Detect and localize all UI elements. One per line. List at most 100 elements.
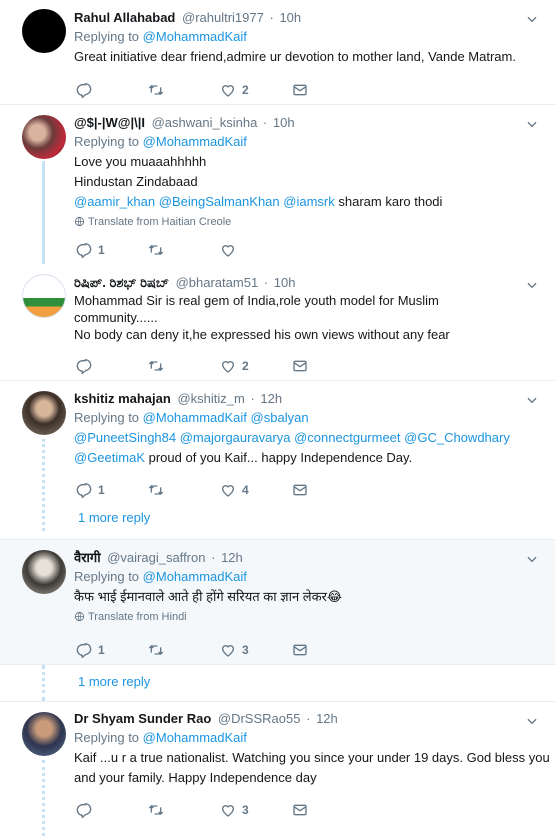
separator-dot: · [263,275,269,290]
user-name[interactable]: वैरागी [74,550,101,565]
tweet[interactable]: kshitiz mahajan @kshitiz_m · 12h Replyin… [0,381,555,539]
mention-link[interactable]: @BeingSalmanKhan [159,194,280,209]
timestamp[interactable]: 10h [274,275,296,290]
replying-to-label: Replying to [74,29,140,44]
mention-link[interactable]: @GC_Chowdhary [404,430,510,445]
user-handle[interactable]: @bharatam51 [176,275,259,290]
like-button[interactable]: 3 [220,640,249,658]
mention-link[interactable]: @sbalyan [251,410,309,425]
like-button[interactable]: 2 [220,356,249,374]
like-count: 4 [242,482,249,497]
more-replies-row[interactable]: 1 more reply [0,665,555,701]
like-icon [220,642,236,658]
tweet-text: and your family. Happy Independence day [74,770,317,785]
like-button[interactable] [220,240,236,258]
reply-button[interactable]: 1 [76,480,105,498]
user-handle[interactable]: @kshitiz_m [177,391,244,406]
like-icon [220,82,236,98]
avatar[interactable] [22,391,66,435]
reply-count: 1 [98,642,105,657]
like-button[interactable]: 4 [220,480,249,498]
avatar[interactable] [22,9,66,53]
retweet-icon [148,482,164,498]
message-icon [292,482,308,498]
user-name[interactable]: Dr Shyam Sunder Rao [74,711,211,726]
mention-link[interactable]: @MohammadKaif [143,134,247,149]
message-button[interactable] [292,80,308,98]
retweet-button[interactable] [148,356,164,374]
timestamp[interactable]: 12h [221,550,243,565]
reply-icon [76,242,92,258]
thread-line [42,161,45,264]
retweet-button[interactable] [148,480,164,498]
tweet-text: Mohammad Sir is real gem of India,role y… [74,293,439,308]
reply-count: 1 [98,482,105,497]
more-replies-link[interactable]: 1 more reply [78,510,150,525]
message-icon [292,82,308,98]
retweet-button[interactable] [148,800,164,818]
reply-icon [76,802,92,818]
reply-button[interactable] [76,800,92,818]
translate-label: Translate from Hindi [88,611,187,623]
tweet[interactable]: ರಿಷಿಪ್. ರಿಶಭ್ ರಿಷಬ್ @bharatam51 · 10h Mo… [0,264,555,380]
tweet[interactable]: Rahul Allahabad @rahultri1977 · 10h Repl… [0,0,555,104]
user-handle[interactable]: @ashwani_ksinha [152,115,258,130]
more-replies-link[interactable]: 1 more reply [78,674,150,689]
mention-link[interactable]: @GeetimaK [74,450,145,465]
user-name[interactable]: Rahul Allahabad [74,10,175,25]
retweet-button[interactable] [148,80,164,98]
translate-link[interactable]: Translate from Haitian Creole [74,214,535,230]
avatar[interactable] [22,712,66,756]
message-button[interactable] [292,356,308,374]
user-handle[interactable]: @vairagi_saffron [107,550,205,565]
user-name[interactable]: @$|-|W@|\|I [74,115,145,130]
replying-to-label: Replying to [74,410,140,425]
message-icon [292,358,308,374]
like-button[interactable]: 3 [220,800,249,818]
mention-link[interactable]: @aamir_khan [74,194,155,209]
tweet-text: Kaif ...u r a true nationalist. Watching… [74,750,550,765]
user-handle[interactable]: @rahultri1977 [182,10,264,25]
timestamp[interactable]: 12h [316,711,338,726]
reply-button[interactable]: 1 [76,240,105,258]
tweet[interactable]: Dr Shyam Sunder Rao @DrSSRao55 · 12h Rep… [0,702,555,836]
translate-link[interactable]: Translate from Hindi [74,609,535,625]
message-button[interactable] [292,800,308,818]
message-button[interactable] [292,640,308,658]
user-name[interactable]: kshitiz mahajan [74,391,171,406]
mention-link[interactable]: @iamsrk [283,194,334,209]
user-handle[interactable]: @DrSSRao55 [218,711,301,726]
reply-button[interactable] [76,356,92,374]
tweet-text: proud of you Kaif... happy Independence … [148,450,413,465]
mention-link[interactable]: @majorgauravarya [180,430,291,445]
avatar[interactable] [22,115,66,159]
mention-link[interactable]: @MohammadKaif [143,29,247,44]
timestamp[interactable]: 10h [279,10,301,25]
globe-icon [74,611,85,622]
like-icon [220,802,236,818]
reply-button[interactable]: 1 [76,640,105,658]
timestamp[interactable]: 12h [260,391,282,406]
reply-button[interactable] [76,80,92,98]
retweet-icon [148,82,164,98]
mention-link[interactable]: @MohammadKaif [143,410,247,425]
mention-link[interactable]: @MohammadKaif [143,569,247,584]
message-button[interactable] [292,480,308,498]
avatar[interactable] [22,550,66,594]
tweet[interactable]: वैरागी @vairagi_saffron · 12h Replying t… [0,540,555,664]
reply-icon [76,358,92,374]
tweet[interactable]: @$|-|W@|\|I @ashwani_ksinha · 10h Replyi… [0,105,555,264]
reply-icon [76,642,92,658]
user-name[interactable]: ರಿಷಿಪ್. ರಿಶಭ್ ರಿಷಬ್ [74,275,169,290]
tweet-text: Hindustan Zindabaad [74,174,198,189]
like-button[interactable]: 2 [220,80,249,98]
retweet-button[interactable] [148,240,164,258]
timestamp[interactable]: 10h [273,115,295,130]
retweet-button[interactable] [148,640,164,658]
mention-link[interactable]: @MohammadKaif [143,730,247,745]
mention-link[interactable]: @connectgurmeet [294,430,400,445]
replying-to-label: Replying to [74,730,140,745]
avatar[interactable] [22,274,66,318]
mention-link[interactable]: @PuneetSingh84 [74,430,176,445]
like-count: 3 [242,642,249,657]
